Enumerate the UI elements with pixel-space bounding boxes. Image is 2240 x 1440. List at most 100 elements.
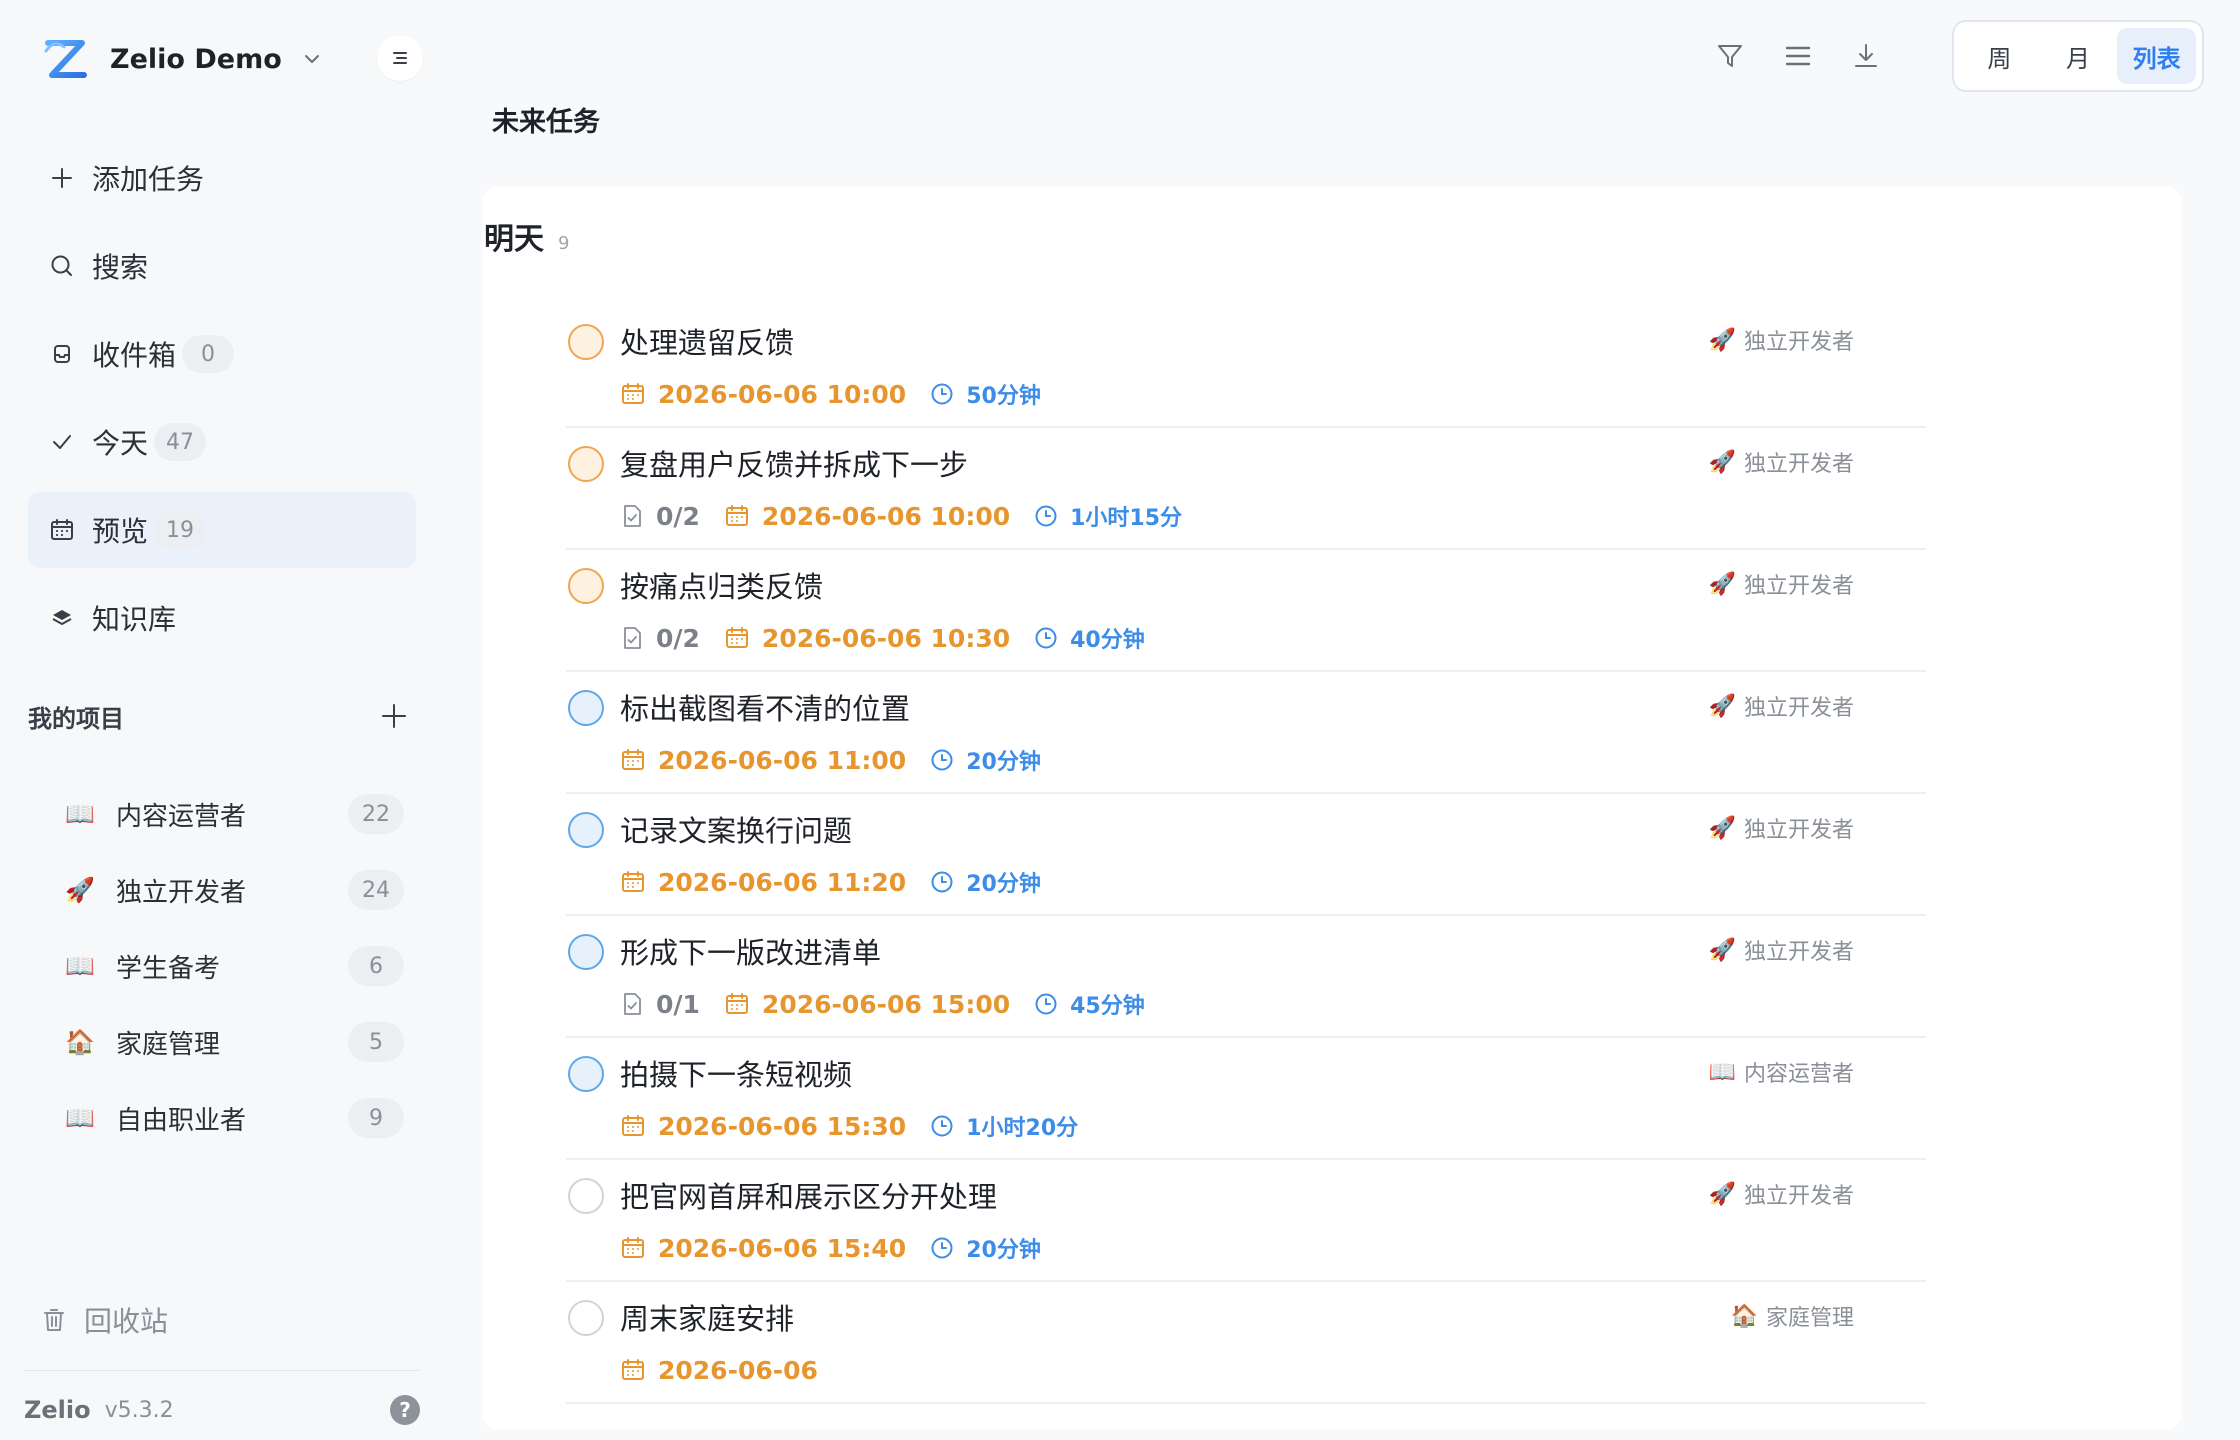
tab-month[interactable]: 月 — [2039, 28, 2118, 84]
task-checkbox[interactable] — [568, 812, 604, 848]
task-title[interactable]: 标出截图看不清的位置 — [620, 686, 910, 728]
task-project-tag[interactable]: 🚀 独立开发者 — [1709, 690, 1854, 722]
due-date: 2026-06-06 15:00 — [724, 990, 1010, 1019]
project-item[interactable]: 🏠 家庭管理 5 — [64, 1004, 404, 1080]
rocket-icon: 🚀 — [1708, 327, 1736, 353]
task-row[interactable]: 标出截图看不清的位置 🚀 独立开发者 2026-06-06 11:00 20分钟 — [566, 672, 1926, 794]
task-project-tag[interactable]: 🚀 独立开发者 — [1709, 1178, 1854, 1210]
task-checkbox[interactable] — [568, 1056, 604, 1092]
task-title[interactable]: 处理遗留反馈 — [620, 320, 794, 362]
task-row[interactable]: 记录文案换行问题 🚀 独立开发者 2026-06-06 11:20 20分钟 — [566, 794, 1926, 916]
task-checkbox[interactable] — [568, 446, 604, 482]
task-project-name: 独立开发者 — [1743, 818, 1854, 843]
task-project-tag[interactable]: 🚀 独立开发者 — [1709, 812, 1854, 844]
task-checkbox[interactable] — [568, 690, 604, 726]
task-row[interactable]: 拍摄下一条短视频 📖 内容运营者 2026-06-06 15:30 1小时20分 — [566, 1038, 1926, 1160]
task-title[interactable]: 拍摄下一条短视频 — [620, 1052, 852, 1094]
task-checkbox[interactable] — [568, 1178, 604, 1214]
zelio-logo-icon — [44, 40, 87, 78]
view-switcher: 周 月 列表 — [1952, 20, 2204, 92]
task-project-tag[interactable]: 🚀 独立开发者 — [1709, 446, 1854, 478]
task-checkbox[interactable] — [568, 934, 604, 970]
workspace-switcher[interactable]: Zelio Demo — [40, 30, 322, 88]
project-item[interactable]: 🚀 独立开发者 24 — [64, 852, 404, 928]
task-title[interactable]: 周末家庭安排 — [620, 1296, 794, 1338]
today-count-badge: 47 — [154, 423, 207, 461]
due-date: 2026-06-06 15:30 — [620, 1112, 906, 1141]
task-project-tag[interactable]: 🚀 独立开发者 — [1709, 934, 1854, 966]
add-project-icon[interactable] — [380, 702, 408, 730]
duration-text: 1小时20分 — [966, 1116, 1079, 1141]
nav-label: 预览 — [92, 515, 149, 548]
due-date: 2026-06-06 10:30 — [724, 624, 1010, 653]
task-row[interactable]: 形成下一版改进清单 🚀 独立开发者 0/1 2026-06-06 15:00 45分钟 — [566, 916, 1926, 1038]
nav-inbox[interactable]: 收件箱 0 — [28, 316, 416, 392]
subtask-icon — [624, 993, 641, 1015]
nav-preview[interactable]: 预览 19 — [28, 492, 416, 568]
task-checkbox[interactable] — [568, 324, 604, 360]
group-button[interactable] — [1778, 36, 1818, 76]
task-project-tag[interactable]: 🚀 独立开发者 — [1709, 568, 1854, 600]
book-icon: 📖 — [65, 1104, 95, 1132]
due-date-text: 2026-06-06 10:00 — [658, 379, 907, 409]
nav-knowledge-base[interactable]: 知识库 — [28, 580, 416, 656]
date-group-header: 明天 9 — [484, 214, 569, 258]
tab-week[interactable]: 周 — [1960, 28, 2039, 84]
clock-icon — [1035, 505, 1057, 527]
task-row[interactable]: 周末家庭安排 🏠 家庭管理 2026-06-06 — [566, 1282, 1926, 1404]
project-name: 家庭管理 — [116, 1029, 221, 1060]
rocket-icon: 🚀 — [1708, 937, 1736, 963]
sidebar: Zelio Demo 添加任务 搜索 收件箱 0 今天 47 预览 19 知识库… — [0, 0, 444, 1440]
task-row[interactable]: 处理遗留反馈 🚀 独立开发者 2026-06-06 10:00 50分钟 — [566, 306, 1926, 428]
projects-title: 我的项目 — [28, 704, 124, 733]
task-meta: 2026-06-06 11:20 20分钟 — [620, 864, 1065, 900]
clock-icon — [1035, 993, 1057, 1015]
duration: 20分钟 — [930, 1232, 1041, 1264]
collapse-sidebar-button[interactable] — [377, 35, 423, 81]
project-item[interactable]: 📖 自由职业者 9 — [64, 1080, 404, 1156]
filter-button[interactable] — [1710, 36, 1750, 76]
task-project-tag[interactable]: 📖 内容运营者 — [1709, 1056, 1854, 1088]
task-meta: 2026-06-06 15:40 20分钟 — [620, 1230, 1065, 1266]
due-date: 2026-06-06 11:20 — [620, 868, 906, 897]
nav-search[interactable]: 搜索 — [28, 228, 416, 304]
calendar-icon — [622, 871, 644, 892]
project-item[interactable]: 📖 内容运营者 22 — [64, 776, 404, 852]
duration: 20分钟 — [930, 744, 1041, 776]
task-title[interactable]: 形成下一版改进清单 — [620, 930, 881, 972]
task-title[interactable]: 复盘用户反馈并拆成下一步 — [620, 442, 968, 484]
project-item[interactable]: 📖 学生备考 6 — [64, 928, 404, 1004]
task-project-tag[interactable]: 🏠 家庭管理 — [1731, 1300, 1854, 1332]
duration-text: 50分钟 — [966, 384, 1041, 409]
nav-label: 添加任务 — [92, 163, 205, 196]
trash-link[interactable]: 回收站 — [40, 1300, 168, 1340]
help-icon[interactable]: ? — [390, 1395, 420, 1425]
nav-today[interactable]: 今天 47 — [28, 404, 416, 480]
duration: 45分钟 — [1034, 988, 1145, 1020]
app-name: Zelio — [24, 1396, 91, 1424]
task-title[interactable]: 按痛点归类反馈 — [620, 564, 823, 606]
project-name: 学生备考 — [116, 953, 221, 984]
filter-icon — [1718, 45, 1742, 67]
task-row[interactable]: 把官网首屏和展示区分开处理 🚀 独立开发者 2026-06-06 15:40 20分钟 — [566, 1160, 1926, 1282]
task-checkbox[interactable] — [568, 568, 604, 604]
task-meta: 0/1 2026-06-06 15:00 45分钟 — [620, 986, 1169, 1022]
task-title[interactable]: 记录文案换行问题 — [620, 808, 852, 850]
task-title[interactable]: 把官网首屏和展示区分开处理 — [620, 1174, 997, 1216]
rocket-icon: 🚀 — [1708, 449, 1736, 475]
task-meta: 2026-06-06 — [620, 1352, 842, 1388]
sidebar-footer: Zelio v5.3.2 ? — [24, 1392, 420, 1428]
nav-add-task[interactable]: 添加任务 — [28, 140, 416, 216]
due-date-text: 2026-06-06 11:20 — [658, 867, 907, 897]
tab-list[interactable]: 列表 — [2117, 28, 2197, 84]
task-meta: 2026-06-06 15:30 1小时20分 — [620, 1108, 1102, 1144]
task-row[interactable]: 复盘用户反馈并拆成下一步 🚀 独立开发者 0/2 2026-06-06 10:00 1小时… — [566, 428, 1926, 550]
task-project-tag[interactable]: 🚀 独立开发者 — [1709, 324, 1854, 356]
calendar-icon — [622, 1359, 644, 1380]
download-button[interactable] — [1846, 36, 1886, 76]
due-date-text: 2026-06-06 10:00 — [761, 501, 1011, 531]
task-row[interactable]: 按痛点归类反馈 🚀 独立开发者 0/2 2026-06-06 10:30 40分钟 — [566, 550, 1926, 672]
task-checkbox[interactable] — [568, 1300, 604, 1336]
subtask-progress: 0/2 — [620, 624, 700, 653]
subtask-progress: 0/2 — [620, 502, 700, 531]
